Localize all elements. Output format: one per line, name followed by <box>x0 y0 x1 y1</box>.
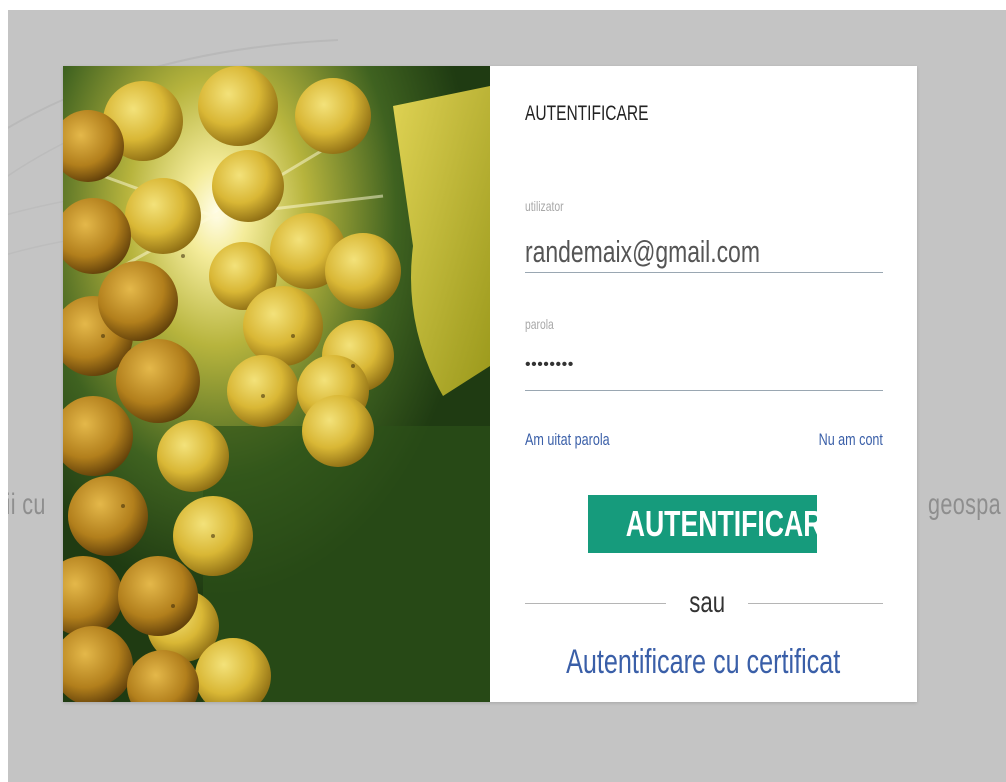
background-text-left: rii cu <box>8 488 46 521</box>
no-account-link[interactable]: Nu am cont <box>796 430 883 450</box>
login-button[interactable]: AUTENTIFICARE <box>588 495 817 553</box>
grape-photo <box>63 66 490 702</box>
username-input[interactable]: randemaix@gmail.com <box>525 228 883 273</box>
password-label: parola <box>525 316 554 332</box>
certificate-login-link[interactable]: Autentificare cu certificat <box>490 642 917 682</box>
password-masked-value: •••••••• <box>525 356 574 373</box>
form-title: AUTENTIFICARE <box>525 102 649 125</box>
password-input[interactable]: •••••••• <box>525 346 883 391</box>
username-value: randemaix@gmail.com <box>525 234 760 269</box>
login-form: AUTENTIFICARE utilizator randemaix@gmail… <box>490 66 917 702</box>
divider-left <box>525 603 666 604</box>
login-modal: AUTENTIFICARE utilizator randemaix@gmail… <box>63 66 917 702</box>
forgot-password-link[interactable]: Am uitat parola <box>525 430 639 450</box>
or-divider-text: sau <box>689 586 725 619</box>
username-label: utilizator <box>525 198 564 214</box>
divider-right <box>748 603 883 604</box>
background-text-right: geospa <box>928 488 1002 521</box>
login-button-label: AUTENTIFICARE <box>625 503 817 544</box>
